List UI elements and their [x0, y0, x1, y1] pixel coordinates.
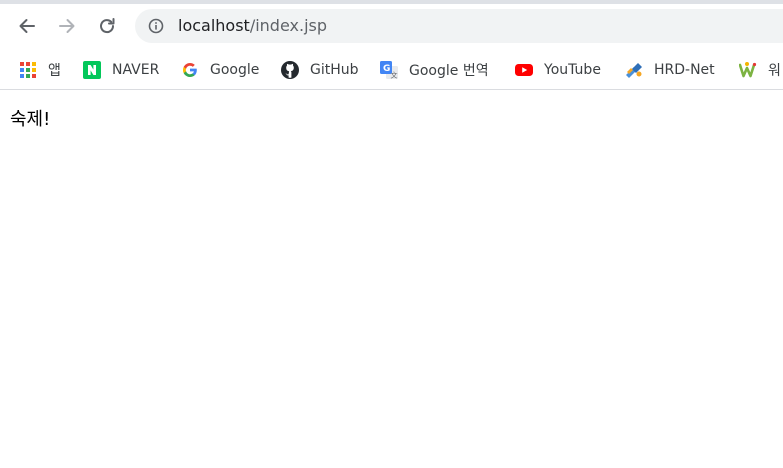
bookmark-youtube[interactable]: YouTube — [515, 57, 601, 83]
info-icon[interactable] — [148, 18, 164, 34]
bookmark-label: 앱 — [48, 63, 61, 79]
github-icon — [281, 61, 299, 79]
youtube-icon — [515, 64, 533, 76]
naver-icon — [83, 61, 101, 79]
bookmark-label: Google 번역 — [409, 63, 489, 79]
reload-icon — [100, 18, 115, 34]
address-bar[interactable]: localhost/index.jsp — [135, 9, 783, 43]
page-content: 숙제! — [0, 90, 783, 468]
w-logo-icon — [739, 62, 757, 78]
svg-text:文: 文 — [391, 71, 398, 80]
hrd-net-icon — [626, 63, 642, 78]
browser-toolbar: localhost/index.jsp — [0, 0, 783, 52]
url-path: /index.jsp — [249, 16, 328, 35]
page-body-text: 숙제! — [10, 109, 51, 130]
forward-button[interactable] — [53, 12, 81, 40]
arrow-right-icon — [59, 19, 75, 33]
bookmark-w[interactable]: 워 — [739, 57, 781, 83]
bookmark-label: 워 — [768, 63, 781, 79]
bookmark-label: GitHub — [310, 62, 359, 78]
google-icon — [183, 63, 197, 77]
bookmark-github[interactable]: GitHub — [281, 57, 359, 83]
svg-text:G: G — [383, 64, 390, 74]
reload-button[interactable] — [93, 12, 121, 40]
apps-grid-icon — [20, 62, 36, 78]
bookmark-label: HRD-Net — [654, 62, 715, 78]
bookmark-apps[interactable]: 앱 — [19, 57, 61, 83]
url-text[interactable]: localhost/index.jsp — [178, 16, 327, 36]
bookmark-google[interactable]: Google — [181, 57, 259, 83]
back-button[interactable] — [13, 12, 41, 40]
bookmarks-bar: 앱 NAVER Google GitHub G 文 Google 번역 YouT… — [0, 52, 783, 90]
browser-window: localhost/index.jsp 앱 NAVER Google GitHu… — [0, 0, 783, 468]
bookmark-google-translate[interactable]: G 文 Google 번역 — [380, 57, 489, 83]
bookmark-label: NAVER — [112, 62, 160, 78]
tab-strip-edge — [0, 0, 783, 4]
bookmark-label: YouTube — [544, 62, 601, 78]
arrow-left-icon — [19, 19, 35, 33]
bookmark-label: Google — [210, 62, 260, 78]
bookmark-naver[interactable]: NAVER — [83, 57, 159, 83]
google-translate-icon: G 文 — [380, 61, 398, 79]
url-host: localhost — [178, 16, 250, 35]
bookmark-hrd-net[interactable]: HRD-Net — [625, 57, 715, 83]
